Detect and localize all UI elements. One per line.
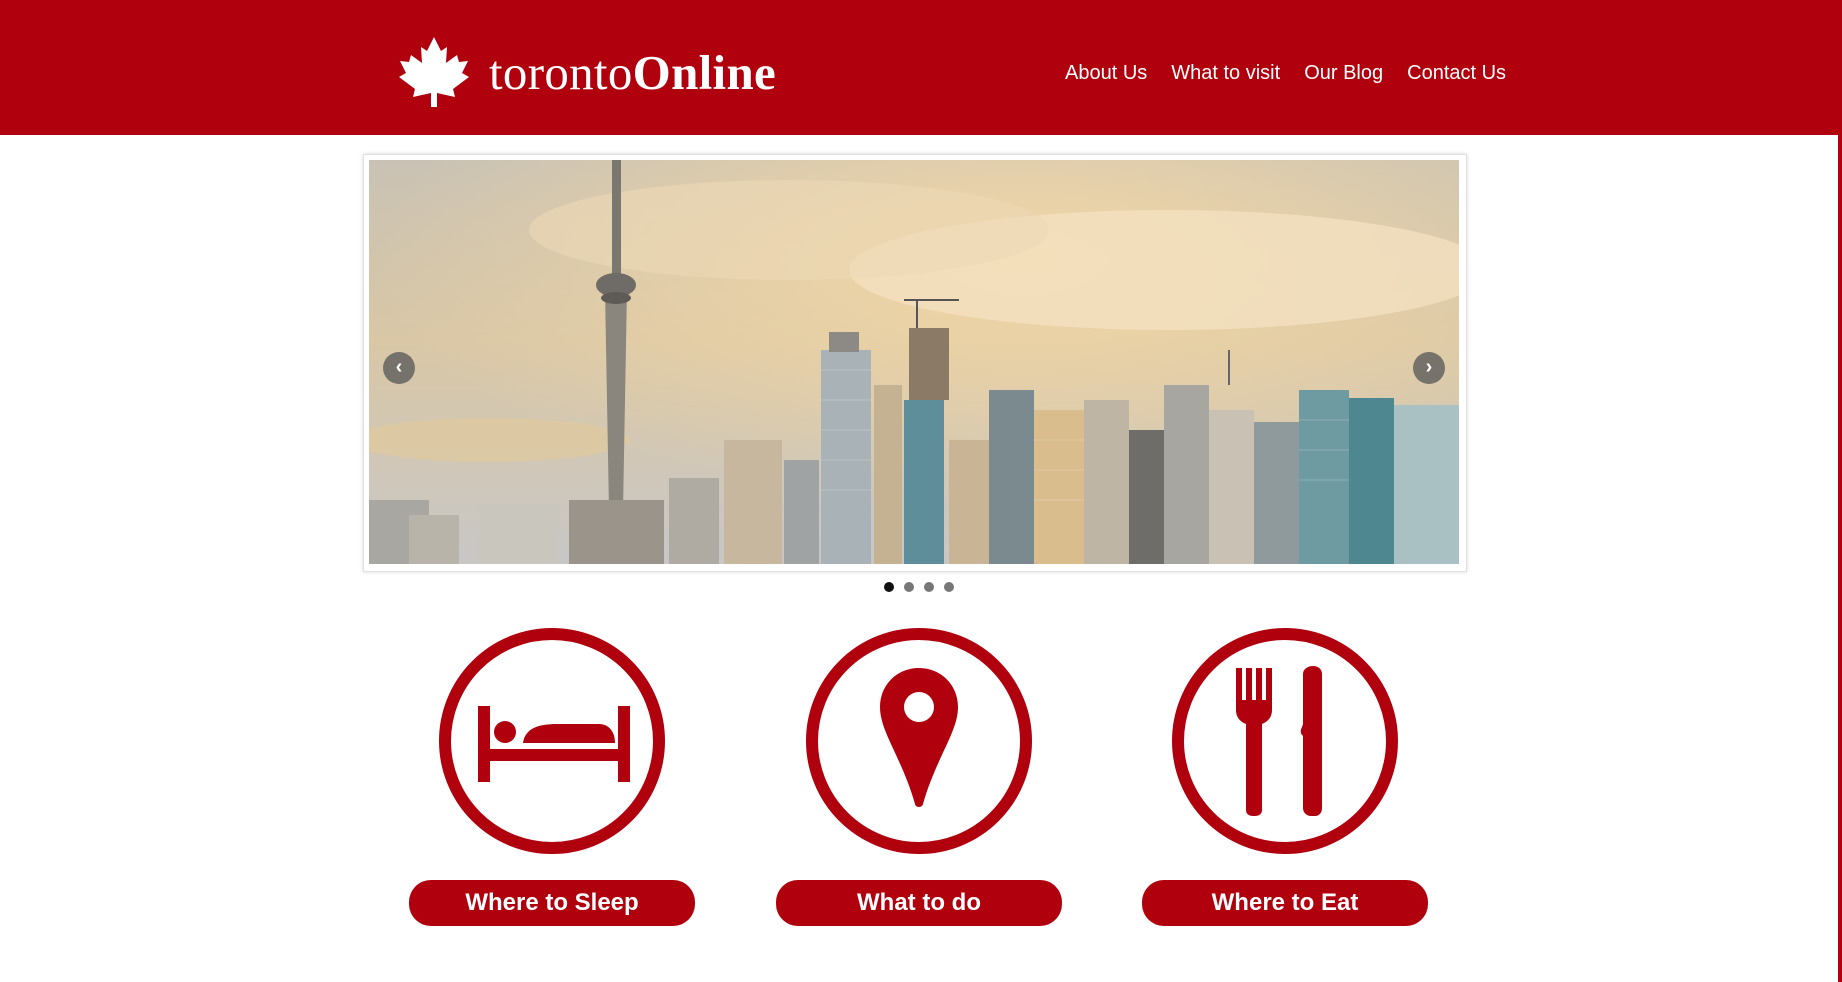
- main-nav: About Us What to visit Our Blog Contact …: [1065, 62, 1530, 85]
- image-slider: ‹ ›: [363, 154, 1467, 572]
- nav-our-blog[interactable]: Our Blog: [1304, 62, 1383, 85]
- slide-image: ‹ ›: [369, 160, 1459, 564]
- feature-where-to-sleep: Where to Sleep: [409, 628, 695, 926]
- feature-where-to-eat: Where to Eat: [1142, 628, 1428, 926]
- site-name-bold: Online: [632, 44, 777, 100]
- where-to-eat-button[interactable]: Where to Eat: [1142, 880, 1428, 926]
- nav-about-us[interactable]: About Us: [1065, 62, 1147, 85]
- maple-leaf-icon: [399, 37, 469, 107]
- slider-dot-1[interactable]: [884, 582, 894, 592]
- what-to-do-button[interactable]: What to do: [776, 880, 1062, 926]
- site-header: torontoOnline About Us What to visit Our…: [0, 0, 1838, 135]
- slider-next-button[interactable]: ›: [1413, 352, 1445, 384]
- site-name-light: toronto: [489, 44, 633, 100]
- city-skyline-image: [369, 160, 1459, 564]
- nav-what-to-visit[interactable]: What to visit: [1171, 62, 1280, 85]
- slider-dot-3[interactable]: [924, 582, 934, 592]
- slider-pagination: [884, 582, 964, 592]
- slider-dot-4[interactable]: [944, 582, 954, 592]
- feature-what-to-do: What to do: [776, 628, 1062, 926]
- slider-dot-2[interactable]: [904, 582, 914, 592]
- nav-contact-us[interactable]: Contact Us: [1407, 62, 1506, 85]
- map-pin-icon[interactable]: [806, 628, 1032, 854]
- fork-knife-icon[interactable]: [1172, 628, 1398, 854]
- where-to-sleep-button[interactable]: Where to Sleep: [409, 880, 695, 926]
- site-logo[interactable]: torontoOnline: [397, 35, 776, 109]
- page-edge-bar: [1838, 0, 1842, 982]
- site-name: torontoOnline: [489, 48, 776, 97]
- slider-prev-button[interactable]: ‹: [383, 352, 415, 384]
- bed-icon[interactable]: [439, 628, 665, 854]
